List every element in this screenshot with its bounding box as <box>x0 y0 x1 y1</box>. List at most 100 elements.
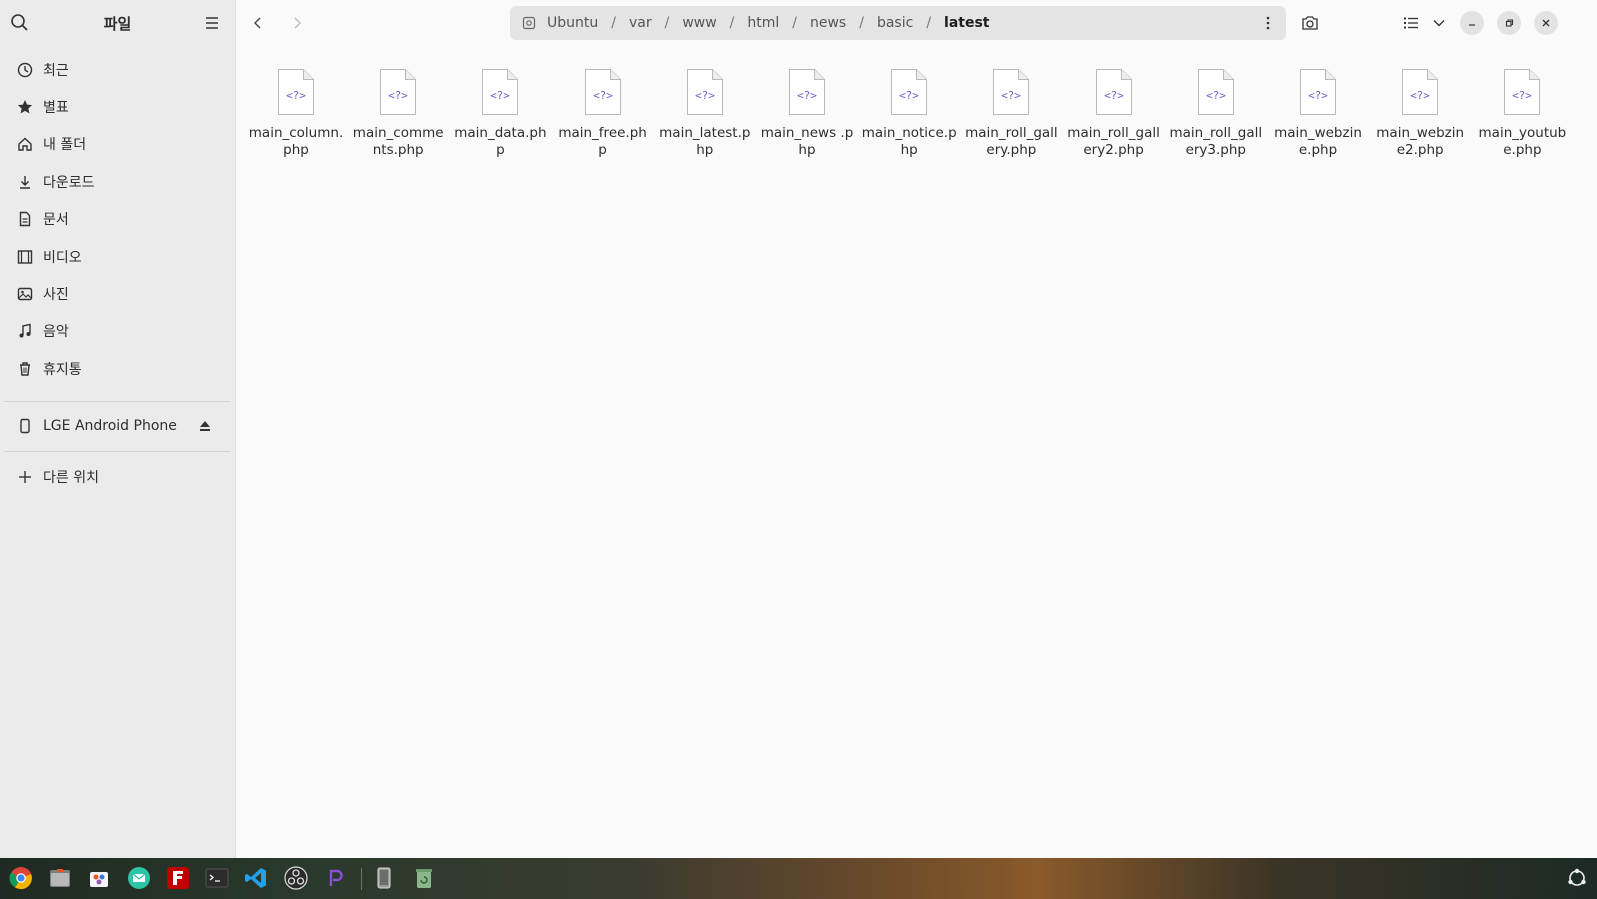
sidebar-item-label: 다운로드 <box>43 175 95 191</box>
files-icon[interactable] <box>47 865 73 891</box>
restore-icon <box>1505 19 1514 27</box>
vscode-icon[interactable] <box>243 865 269 891</box>
maximize-button[interactable] <box>1497 11 1521 35</box>
php-file-icon: <?> <box>1300 69 1336 115</box>
file-name: main_data.php <box>454 125 547 158</box>
file-glyph: <?> <box>593 89 613 102</box>
file-item[interactable]: <?> main_notice.php <box>861 68 957 159</box>
file-item[interactable]: <?> main_data.php <box>452 68 548 159</box>
file-name: main_roll_gallery3.php <box>1169 125 1263 158</box>
file-name: main_latest.php <box>659 125 751 158</box>
php-file-icon: <?> <box>278 69 314 115</box>
sidebar-item-home[interactable]: 내 폴더 <box>0 126 236 162</box>
filezilla-icon[interactable] <box>165 865 191 891</box>
app-icon[interactable] <box>322 865 348 891</box>
star-icon <box>17 100 33 114</box>
hamburger-menu-icon[interactable] <box>203 14 221 32</box>
php-file-icon: <?> <box>1504 69 1541 115</box>
file-item[interactable]: <?> main_roll_gallery2.php <box>1066 68 1162 159</box>
breadcrumb-www[interactable]: www <box>675 15 723 31</box>
sidebar: 파일 최근 별표 내 폴더 다운로드 문서 비디오 사진 음악 휴지통 LGE <box>0 0 236 858</box>
back-button[interactable] <box>247 12 269 34</box>
sidebar-item-label: 다른 위치 <box>43 470 99 486</box>
sidebar-item-label: 별표 <box>43 100 69 116</box>
sidebar-item-recent[interactable]: 최근 <box>0 52 236 88</box>
sidebar-item-label: LGE Android Phone <box>43 418 177 434</box>
trash-icon <box>20 362 30 376</box>
phone-device-icon[interactable] <box>371 865 397 891</box>
kebab-menu-icon[interactable] <box>1260 15 1276 31</box>
sidebar-item-music[interactable]: 음악 <box>0 313 236 349</box>
chrome-icon[interactable] <box>8 865 34 891</box>
file-name: main_webzine2.php <box>1376 125 1465 158</box>
clock-icon <box>17 62 33 78</box>
file-name: main_column.php <box>248 125 344 158</box>
file-item[interactable]: <?> main_news .php <box>759 68 855 159</box>
sidebar-item-label: 음악 <box>43 324 69 340</box>
breadcrumb-latest[interactable]: latest <box>937 15 996 31</box>
recycle-bin-icon[interactable] <box>411 865 437 891</box>
file-item[interactable]: <?> main_roll_gallery3.php <box>1168 68 1264 159</box>
file-item[interactable]: <?> main_webzine2.php <box>1372 68 1468 159</box>
taskbar <box>0 858 1597 899</box>
php-file-icon: <?> <box>584 69 621 115</box>
php-file-icon: <?> <box>1095 69 1132 115</box>
drive-icon <box>522 16 536 30</box>
file-item[interactable]: <?> main_webzine.php <box>1270 68 1366 159</box>
file-item[interactable]: <?> main_youtube.php <box>1474 68 1570 159</box>
sidebar-item-other-locations[interactable]: 다른 위치 <box>0 459 236 495</box>
path-bar[interactable]: Ubuntu / var / www / html / news / basic… <box>510 6 1286 40</box>
php-file-icon: <?> <box>380 69 417 115</box>
sidebar-item-videos[interactable]: 비디오 <box>0 239 236 275</box>
breadcrumb-ubuntu[interactable]: Ubuntu <box>540 15 605 31</box>
file-item[interactable]: <?> main_roll_gallery.php <box>963 68 1059 159</box>
app-title: 파일 <box>103 15 132 33</box>
sidebar-item-label: 휴지통 <box>43 362 82 378</box>
list-view-icon <box>1404 17 1418 29</box>
software-center-icon[interactable] <box>86 865 112 891</box>
php-file-icon: <?> <box>789 69 825 115</box>
search-location-button[interactable] <box>1298 11 1322 35</box>
forward-button[interactable] <box>286 12 308 34</box>
view-options-button[interactable] <box>1427 11 1451 35</box>
chevron-left-icon <box>254 17 261 29</box>
sidebar-item-pictures[interactable]: 사진 <box>0 276 236 312</box>
breadcrumb-news[interactable]: news <box>803 15 853 31</box>
sidebar-item-trash[interactable]: 휴지통 <box>0 351 236 387</box>
close-button[interactable] <box>1534 11 1558 35</box>
sidebar-item-documents[interactable]: 문서 <box>0 201 236 237</box>
file-glyph: <?> <box>490 89 510 102</box>
music-icon <box>19 323 31 338</box>
terminal-icon[interactable] <box>204 865 230 891</box>
view-list-button[interactable] <box>1399 11 1423 35</box>
show-apps-icon[interactable] <box>1564 865 1590 891</box>
file-glyph: <?> <box>388 89 408 102</box>
video-icon <box>17 250 33 264</box>
minimize-button[interactable] <box>1460 11 1484 35</box>
file-glyph: <?> <box>899 89 919 102</box>
file-glyph: <?> <box>1206 89 1226 102</box>
camera-search-icon <box>1302 16 1318 30</box>
breadcrumb-var[interactable]: var <box>622 15 659 31</box>
breadcrumb-basic[interactable]: basic <box>870 15 920 31</box>
file-glyph: <?> <box>1104 89 1124 102</box>
obs-icon[interactable] <box>283 865 309 891</box>
sidebar-header: 파일 <box>0 0 235 46</box>
file-item[interactable]: <?> main_column.php <box>248 68 344 159</box>
sidebar-item-device[interactable]: LGE Android Phone <box>0 408 236 444</box>
breadcrumb-html[interactable]: html <box>740 15 786 31</box>
download-icon <box>20 176 30 189</box>
file-item[interactable]: <?> main_latest.php <box>657 68 753 159</box>
sidebar-divider <box>4 401 230 402</box>
file-glyph: <?> <box>797 89 817 102</box>
eject-icon[interactable] <box>198 419 212 433</box>
file-item[interactable]: <?> main_comments.php <box>350 68 446 159</box>
file-item[interactable]: <?> main_free.php <box>555 68 651 159</box>
phone-icon <box>20 418 30 434</box>
sidebar-item-downloads[interactable]: 다운로드 <box>0 164 236 200</box>
chevron-down-icon <box>1433 20 1445 27</box>
mail-icon[interactable] <box>126 865 152 891</box>
file-glyph: <?> <box>695 89 715 102</box>
sidebar-item-starred[interactable]: 별표 <box>0 89 236 125</box>
file-glyph: <?> <box>1512 89 1532 102</box>
